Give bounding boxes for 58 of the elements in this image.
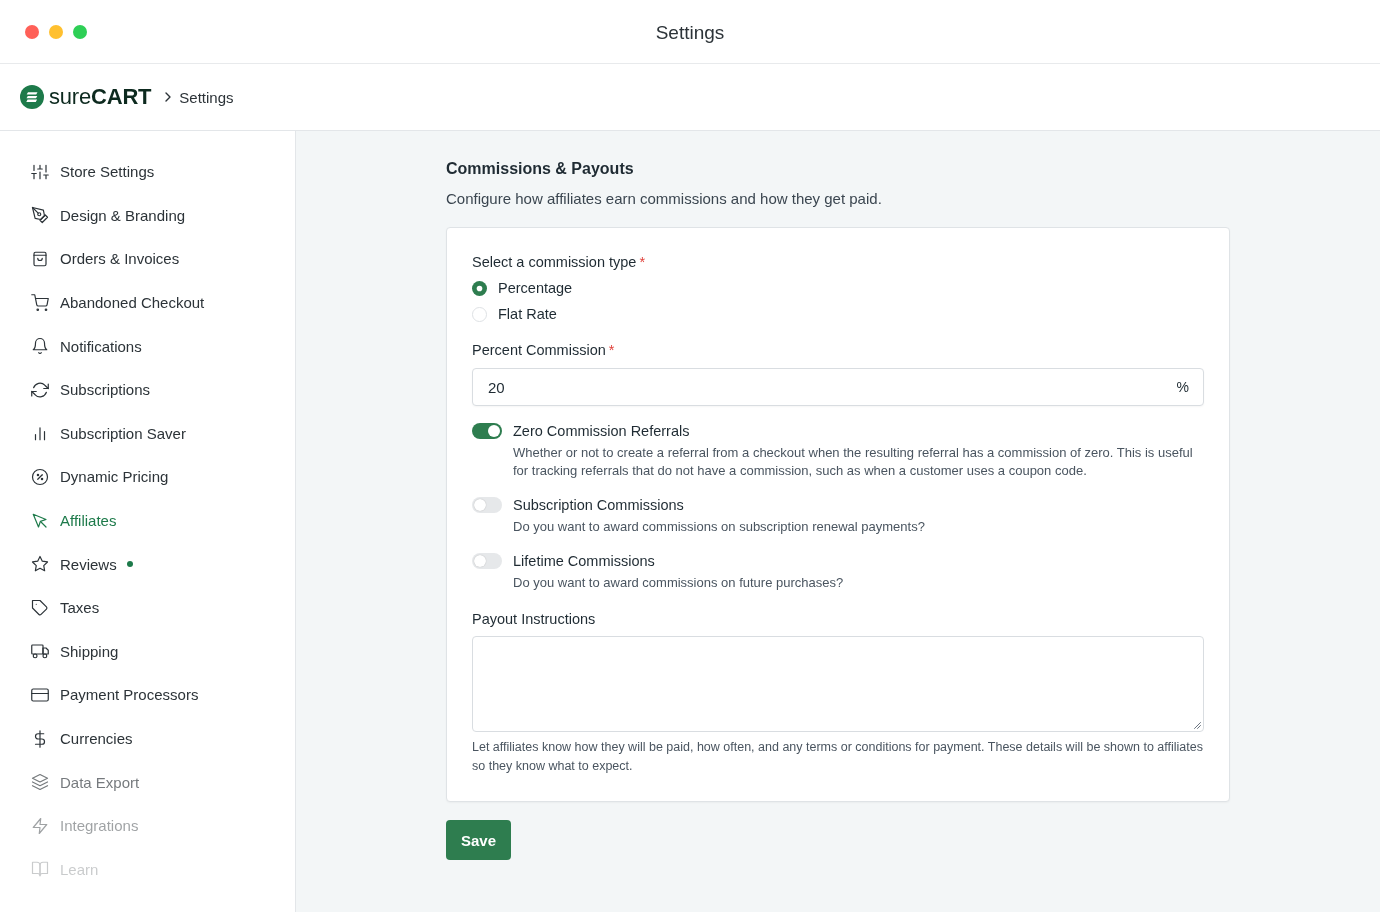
- truck-icon: [31, 642, 49, 661]
- toggle-description: Do you want to award commissions on subscription renewal payments?: [513, 518, 926, 536]
- sidebar-item[interactable]: Subscription Saver: [0, 411, 295, 456]
- percent-suffix: %: [1176, 379, 1189, 395]
- sidebar-item[interactable]: Dynamic Pricing: [0, 455, 295, 499]
- tag-icon: [31, 598, 49, 617]
- maximize-button[interactable]: [73, 24, 87, 39]
- logo-icon: [20, 85, 44, 109]
- sidebar-item[interactable]: Data Export: [0, 760, 295, 804]
- toggle-description: Do you want to award commissions on future purchases?: [513, 574, 845, 592]
- resize-handle-icon[interactable]: [1193, 721, 1201, 729]
- sidebar-item[interactable]: Subscriptions: [0, 367, 295, 412]
- sidebar-item[interactable]: Design & Branding: [0, 193, 295, 238]
- toggle-switch[interactable]: [472, 497, 502, 513]
- field-label: Payout Instructions: [472, 610, 597, 629]
- help-text: Let affiliates know how they will be paid, how often, and any terms or conditions for payment. These details will be shown to affiliates so they know what to expect.: [472, 739, 1204, 775]
- lightning-icon: [31, 816, 49, 835]
- sidebar-item[interactable]: Payment Processors: [0, 673, 295, 717]
- radio-option[interactable]: Percentage: [472, 275, 1204, 301]
- sidebar-item[interactable]: Abandoned Checkout: [0, 280, 295, 325]
- sidebar-item[interactable]: Currencies: [0, 716, 295, 761]
- sidebar-item[interactable]: Reviews: [0, 542, 295, 586]
- book-icon: [31, 860, 49, 879]
- bag-icon: [31, 250, 49, 268]
- section-title: Commissions & Payouts: [446, 159, 635, 179]
- sidebar-item[interactable]: Taxes: [0, 585, 295, 630]
- logo-wordmark: sureCART: [49, 84, 152, 110]
- payout-instructions-field[interactable]: [472, 636, 1204, 732]
- sidebar-item[interactable]: Store Settings: [0, 150, 295, 194]
- toggle-label: Zero Commission Referrals: [513, 422, 690, 441]
- cursor-icon: [31, 511, 49, 530]
- toggle-switch[interactable]: [472, 553, 502, 569]
- toggle-switch[interactable]: [472, 423, 502, 439]
- close-button[interactable]: [25, 24, 39, 39]
- refresh-icon: [31, 380, 49, 399]
- save-button[interactable]: Save: [446, 820, 512, 860]
- sidebar-item[interactable]: Affiliates: [0, 498, 295, 543]
- percent-badge-icon: [31, 467, 49, 486]
- layers-icon: [31, 773, 49, 792]
- sidebar-item[interactable]: Orders & Invoices: [0, 237, 295, 281]
- field-label: Percent Commission *: [472, 341, 616, 360]
- toggle-description: Whether or not to create a referral from a checkout when the resulting referral has a commission of zero. This is useful for tracking referrals that do not have a commission, such as when a customer uses a coupon code.: [513, 444, 1194, 480]
- star-icon: [31, 555, 49, 574]
- breadcrumb-current: Settings: [179, 88, 234, 106]
- section-description: Configure how affiliates earn commissions and how they get paid.: [446, 189, 883, 209]
- credit-card-icon: [31, 685, 49, 704]
- toggle-label: Subscription Commissions: [513, 496, 684, 515]
- pen-nib-icon: [31, 206, 49, 225]
- sidebar-item[interactable]: Shipping: [0, 629, 295, 674]
- sidebar-item[interactable]: Notifications: [0, 324, 295, 368]
- bell-icon: [31, 337, 49, 356]
- minimize-button[interactable]: [49, 24, 63, 39]
- radio-option[interactable]: Flat Rate: [472, 301, 1204, 327]
- toggle-label: Lifetime Commissions: [513, 552, 655, 571]
- sliders-icon: [31, 162, 49, 181]
- field-label: Select a commission type *: [472, 253, 647, 272]
- window-title: Settings: [655, 22, 725, 44]
- cart-icon: [31, 293, 49, 312]
